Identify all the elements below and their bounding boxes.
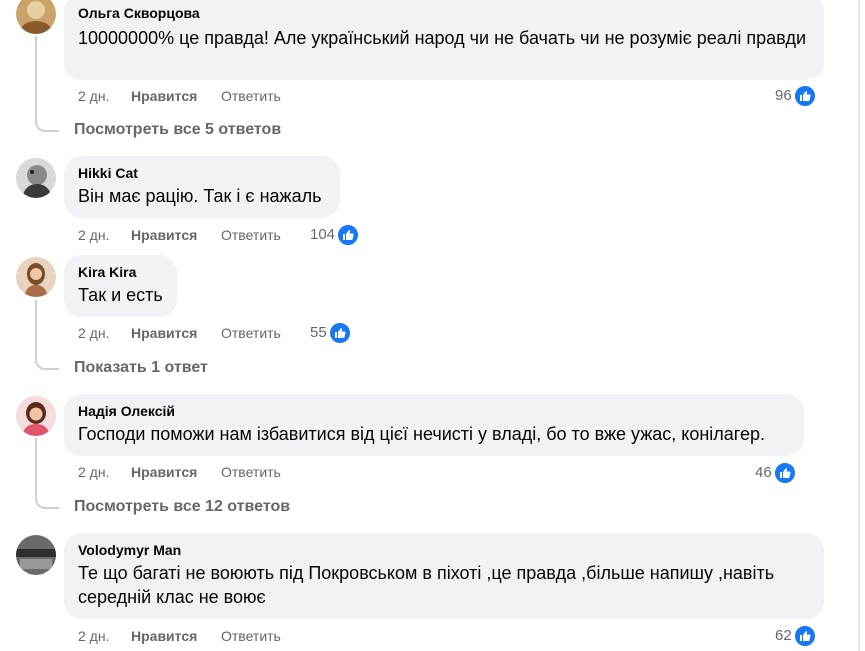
comment-time[interactable]: 2 дн. [78, 323, 131, 343]
thumbs-up-icon [793, 85, 816, 107]
comment-actions: 2 дн. Нравится Ответить [78, 225, 281, 245]
comment-time[interactable]: 2 дн. [78, 626, 131, 646]
comment-text: Так и есть [78, 285, 163, 305]
thumbs-up-icon [337, 224, 360, 246]
thumbs-up-icon [793, 625, 816, 647]
view-replies-link[interactable]: Посмотреть все 5 ответов [74, 121, 281, 139]
comment-author[interactable]: Надія Олексій [78, 402, 790, 420]
comment-author[interactable]: Hikki Cat [78, 164, 326, 182]
comment-actions: 2 дн. Нравится Ответить [78, 86, 281, 106]
reply-button[interactable]: Ответить [221, 225, 281, 245]
like-button[interactable]: Нравится [131, 225, 221, 245]
reply-button[interactable]: Ответить [221, 323, 281, 343]
thumbs-up-icon [328, 322, 351, 344]
comment-bubble: Ольга Скворцова 10000000% це правда! Але… [64, 0, 824, 80]
comment-actions: 2 дн. Нравится Ответить [78, 323, 281, 343]
reaction-count[interactable]: 104 [310, 224, 360, 246]
reaction-count[interactable]: 55 [310, 322, 351, 344]
reaction-count-number: 46 [755, 464, 772, 481]
avatar[interactable] [16, 257, 56, 297]
view-replies-link[interactable]: Посмотреть все 12 ответов [74, 498, 290, 516]
comment-text: Господи поможи нам ізбавитися від цієї н… [78, 424, 765, 444]
comment-actions: 2 дн. Нравится Ответить [78, 462, 281, 482]
reaction-count-number: 96 [775, 87, 792, 104]
comment-bubble: Hikki Cat Він має рацію. Так і є нажаль [64, 156, 340, 218]
thread-connector [35, 118, 59, 132]
view-replies-link[interactable]: Показать 1 ответ [74, 359, 208, 377]
avatar[interactable] [16, 535, 56, 575]
comment-author[interactable]: Kira Kira [78, 263, 163, 281]
comment-text: 10000000% це правда! Але український нар… [78, 28, 807, 48]
comment-author[interactable]: Ольга Скворцова [78, 4, 810, 22]
avatar[interactable] [16, 158, 56, 198]
like-button[interactable]: Нравится [131, 626, 221, 646]
thread-line [35, 300, 37, 356]
thread-connector [35, 495, 59, 509]
comment-text: Те що багаті не воюють під Покровськом в… [78, 563, 775, 607]
comment-time[interactable]: 2 дн. [78, 462, 131, 482]
thread-line [35, 36, 37, 118]
avatar-photo [16, 158, 56, 198]
avatar-photo [16, 0, 56, 34]
reaction-count-number: 55 [310, 324, 327, 341]
reply-button[interactable]: Ответить [221, 462, 281, 482]
reply-button[interactable]: Ответить [221, 86, 281, 106]
comment-time[interactable]: 2 дн. [78, 86, 131, 106]
reaction-count-number: 104 [310, 226, 336, 243]
like-button[interactable]: Нравится [131, 323, 221, 343]
comment-bubble: Volodymyr Man Те що багаті не воюють під… [64, 533, 824, 619]
comment-bubble: Надія Олексій Господи поможи нам ізбавит… [64, 394, 804, 456]
like-button[interactable]: Нравится [131, 86, 221, 106]
reaction-count[interactable]: 46 [755, 462, 796, 484]
reaction-count[interactable]: 96 [775, 85, 816, 107]
avatar-photo [16, 257, 56, 297]
reaction-count[interactable]: 62 [775, 625, 816, 647]
thread-line [35, 438, 37, 495]
right-edge-divider [858, 0, 860, 651]
avatar-photo [16, 396, 56, 436]
comment-actions: 2 дн. Нравится Ответить [78, 626, 281, 646]
comment-author[interactable]: Volodymyr Man [78, 541, 810, 559]
reaction-count-number: 62 [775, 627, 792, 644]
thumbs-up-icon [773, 462, 796, 484]
avatar-photo [16, 535, 56, 575]
reply-button[interactable]: Ответить [221, 626, 281, 646]
like-button[interactable]: Нравится [131, 462, 221, 482]
thread-connector [35, 356, 59, 370]
comment-time[interactable]: 2 дн. [78, 225, 131, 245]
avatar[interactable] [16, 0, 56, 34]
avatar[interactable] [16, 396, 56, 436]
comment-bubble: Kira Kira Так и есть [64, 255, 177, 317]
comment-text: Він має рацію. Так і є нажаль [78, 186, 322, 206]
